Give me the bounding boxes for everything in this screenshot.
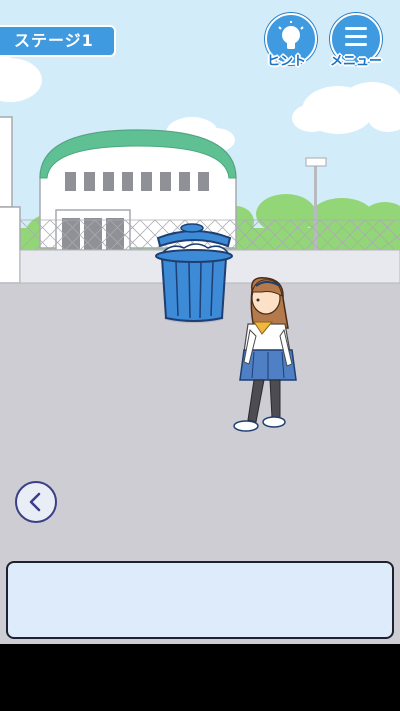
message-box bbox=[6, 561, 394, 639]
trash-can[interactable] bbox=[155, 223, 233, 323]
chevron-left-icon bbox=[29, 492, 41, 512]
stage-label: ステージ1 bbox=[0, 25, 116, 57]
hint-caption: ヒント bbox=[267, 54, 307, 69]
back-button[interactable] bbox=[15, 481, 57, 523]
game-screen: ステージ1 ヒント メニュー bbox=[0, 0, 400, 711]
menu-caption: メニュー bbox=[330, 54, 383, 69]
game-scene bbox=[0, 0, 400, 644]
bottom-bar bbox=[0, 644, 400, 711]
